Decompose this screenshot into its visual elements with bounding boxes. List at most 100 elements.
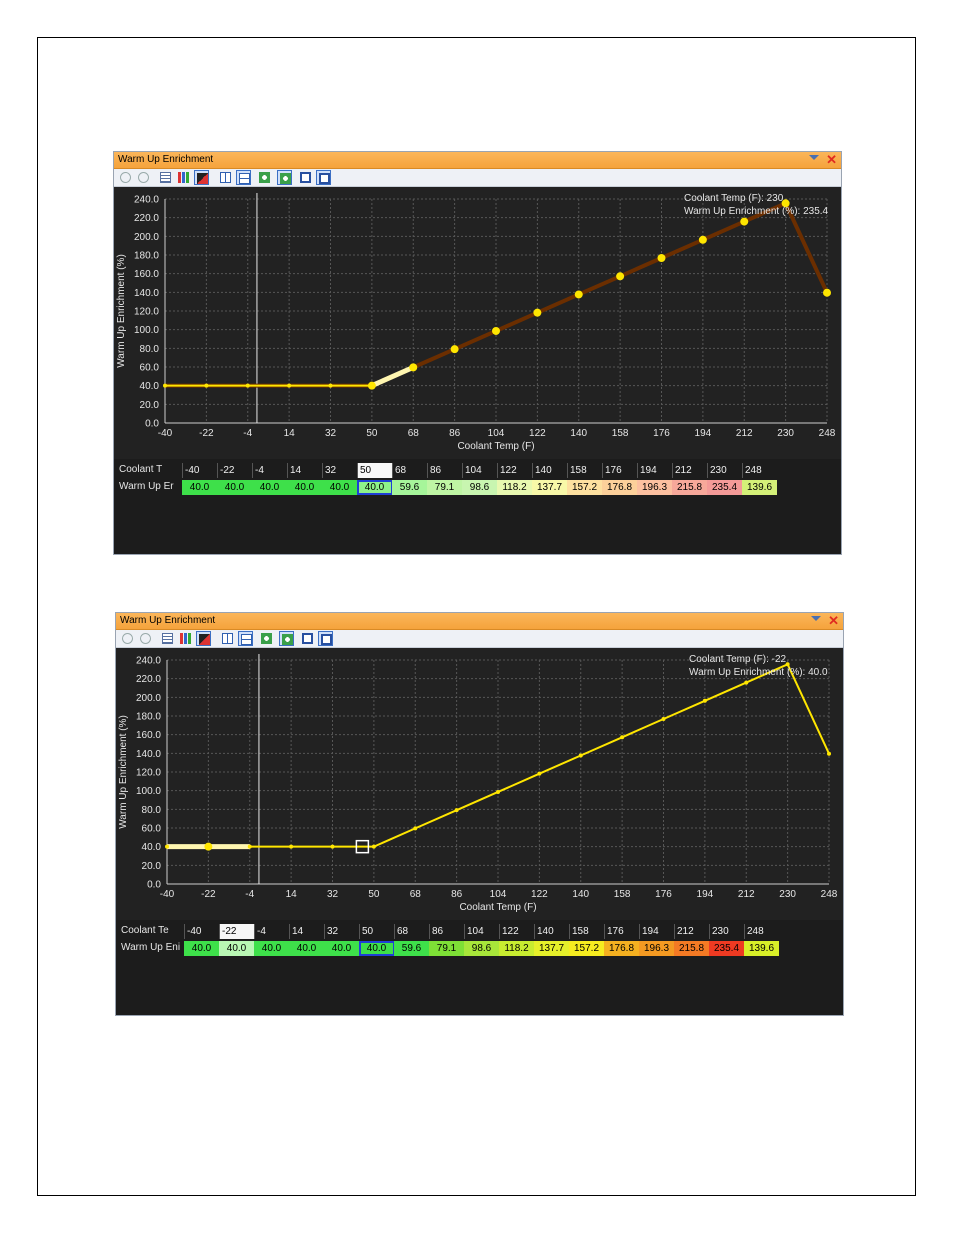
column-header[interactable]: 140 <box>532 463 568 478</box>
column-header[interactable]: 122 <box>499 924 535 939</box>
data-point[interactable] <box>496 789 500 794</box>
redo-icon[interactable] <box>138 631 153 646</box>
column-header[interactable]: 248 <box>742 463 778 478</box>
value-cell[interactable]: 137.7 <box>534 941 570 956</box>
column-header[interactable]: 68 <box>394 924 430 939</box>
column-header[interactable]: 212 <box>672 463 708 478</box>
close-icon[interactable]: ✕ <box>826 152 837 168</box>
pin-icon[interactable] <box>809 155 819 160</box>
value-cell[interactable]: 40.0 <box>287 480 323 495</box>
column-header[interactable]: 158 <box>569 924 605 939</box>
value-cell[interactable]: 79.1 <box>429 941 465 956</box>
fit-icon[interactable] <box>277 170 292 185</box>
data-point[interactable] <box>827 751 831 756</box>
value-cell[interactable]: 40.0 <box>217 480 253 495</box>
value-cell[interactable]: 235.4 <box>709 941 745 956</box>
data-point[interactable] <box>661 716 666 721</box>
value-cell[interactable]: 98.6 <box>462 480 498 495</box>
window-titlebar[interactable]: Warm Up Enrichment ✕ <box>116 613 843 630</box>
split-vertical-icon[interactable] <box>220 631 235 646</box>
data-point[interactable] <box>492 326 500 335</box>
column-header[interactable]: 104 <box>464 924 500 939</box>
column-header[interactable]: -4 <box>254 924 290 939</box>
data-point[interactable] <box>204 842 213 851</box>
expand-icon[interactable] <box>259 631 274 646</box>
column-header[interactable]: 14 <box>289 924 325 939</box>
split-horizontal-icon[interactable] <box>236 170 251 185</box>
value-cell[interactable]: 235.4 <box>707 480 743 495</box>
data-point[interactable] <box>533 308 542 317</box>
column-header[interactable]: 104 <box>462 463 498 478</box>
column-header[interactable]: 14 <box>287 463 323 478</box>
column-header[interactable]: -22 <box>217 463 253 478</box>
zoom-fit-icon[interactable] <box>316 170 331 185</box>
chart-area[interactable]: 0.0 20.0 40.0 60.0 80.0 100.0 120.0 140.0 160.0 1… <box>114 187 841 459</box>
fit-icon[interactable] <box>279 631 294 646</box>
close-icon[interactable]: ✕ <box>828 613 839 629</box>
value-cell[interactable]: 118.2 <box>497 480 533 495</box>
column-header[interactable]: 230 <box>709 924 745 939</box>
split-vertical-icon[interactable] <box>218 170 233 185</box>
data-point[interactable] <box>698 235 707 244</box>
table-view-icon[interactable] <box>160 631 175 646</box>
column-header[interactable]: 86 <box>429 924 465 939</box>
data-point[interactable] <box>454 808 459 813</box>
value-cell[interactable]: 215.8 <box>674 941 710 956</box>
split-horizontal-icon[interactable] <box>238 631 253 646</box>
column-header[interactable]: 194 <box>639 924 675 939</box>
value-cell[interactable]: 79.1 <box>427 480 463 495</box>
column-header[interactable]: 176 <box>602 463 638 478</box>
chart-table-icon[interactable] <box>196 631 211 646</box>
value-cell[interactable]: 157.2 <box>569 941 605 956</box>
data-point[interactable] <box>371 844 376 849</box>
data-point[interactable] <box>744 680 749 685</box>
data-point[interactable] <box>823 288 831 297</box>
pin-icon[interactable] <box>811 616 821 621</box>
data-point[interactable] <box>245 383 250 388</box>
column-header[interactable]: 50 <box>359 924 395 939</box>
column-header[interactable]: -40 <box>184 924 220 939</box>
window-titlebar[interactable]: Warm Up Enrichment ✕ <box>114 152 841 169</box>
value-cell[interactable]: 98.6 <box>464 941 500 956</box>
data-point[interactable] <box>330 844 335 849</box>
value-cell[interactable]: 157.2 <box>567 480 603 495</box>
value-cell[interactable]: 40.0 <box>219 941 255 956</box>
value-cell[interactable]: 40.0 <box>252 480 288 495</box>
data-point[interactable] <box>413 826 418 831</box>
zoom-select-icon[interactable] <box>298 170 313 185</box>
data-point[interactable] <box>165 844 169 849</box>
value-cell[interactable]: 40.0 <box>182 480 218 495</box>
data-point[interactable] <box>450 345 459 354</box>
value-cell[interactable]: 40.0 <box>357 480 393 495</box>
value-cell[interactable]: 137.7 <box>532 480 568 495</box>
bar-chart-icon[interactable] <box>178 631 193 646</box>
value-cell[interactable]: 40.0 <box>322 480 358 495</box>
column-header[interactable]: 176 <box>604 924 640 939</box>
column-header[interactable]: 68 <box>392 463 428 478</box>
chart-area[interactable]: 0.0 20.0 40.0 60.0 80.0 100.0 120.0 140.0 160.0 1… <box>116 648 843 920</box>
column-header[interactable]: 248 <box>744 924 780 939</box>
value-cell[interactable]: 118.2 <box>499 941 535 956</box>
undo-icon[interactable] <box>120 631 135 646</box>
data-point[interactable] <box>702 698 707 703</box>
value-cell[interactable]: 59.6 <box>394 941 430 956</box>
column-header[interactable]: -22 <box>219 924 255 939</box>
data-point[interactable] <box>616 272 625 281</box>
column-header[interactable]: -40 <box>182 463 218 478</box>
value-cell[interactable]: 40.0 <box>184 941 220 956</box>
data-point[interactable] <box>287 383 292 388</box>
column-header[interactable]: 212 <box>674 924 710 939</box>
value-cell[interactable]: 40.0 <box>254 941 290 956</box>
column-header[interactable]: 140 <box>534 924 570 939</box>
data-point[interactable] <box>289 844 294 849</box>
value-cell[interactable]: 215.8 <box>672 480 708 495</box>
data-point[interactable] <box>657 253 666 262</box>
zoom-fit-icon[interactable] <box>318 631 333 646</box>
data-point[interactable] <box>574 290 583 299</box>
value-cell[interactable]: 40.0 <box>359 941 395 956</box>
column-header[interactable]: 158 <box>567 463 603 478</box>
value-cell[interactable]: 40.0 <box>289 941 325 956</box>
column-header[interactable]: 50 <box>357 463 393 478</box>
expand-icon[interactable] <box>257 170 272 185</box>
data-point[interactable] <box>409 363 418 372</box>
